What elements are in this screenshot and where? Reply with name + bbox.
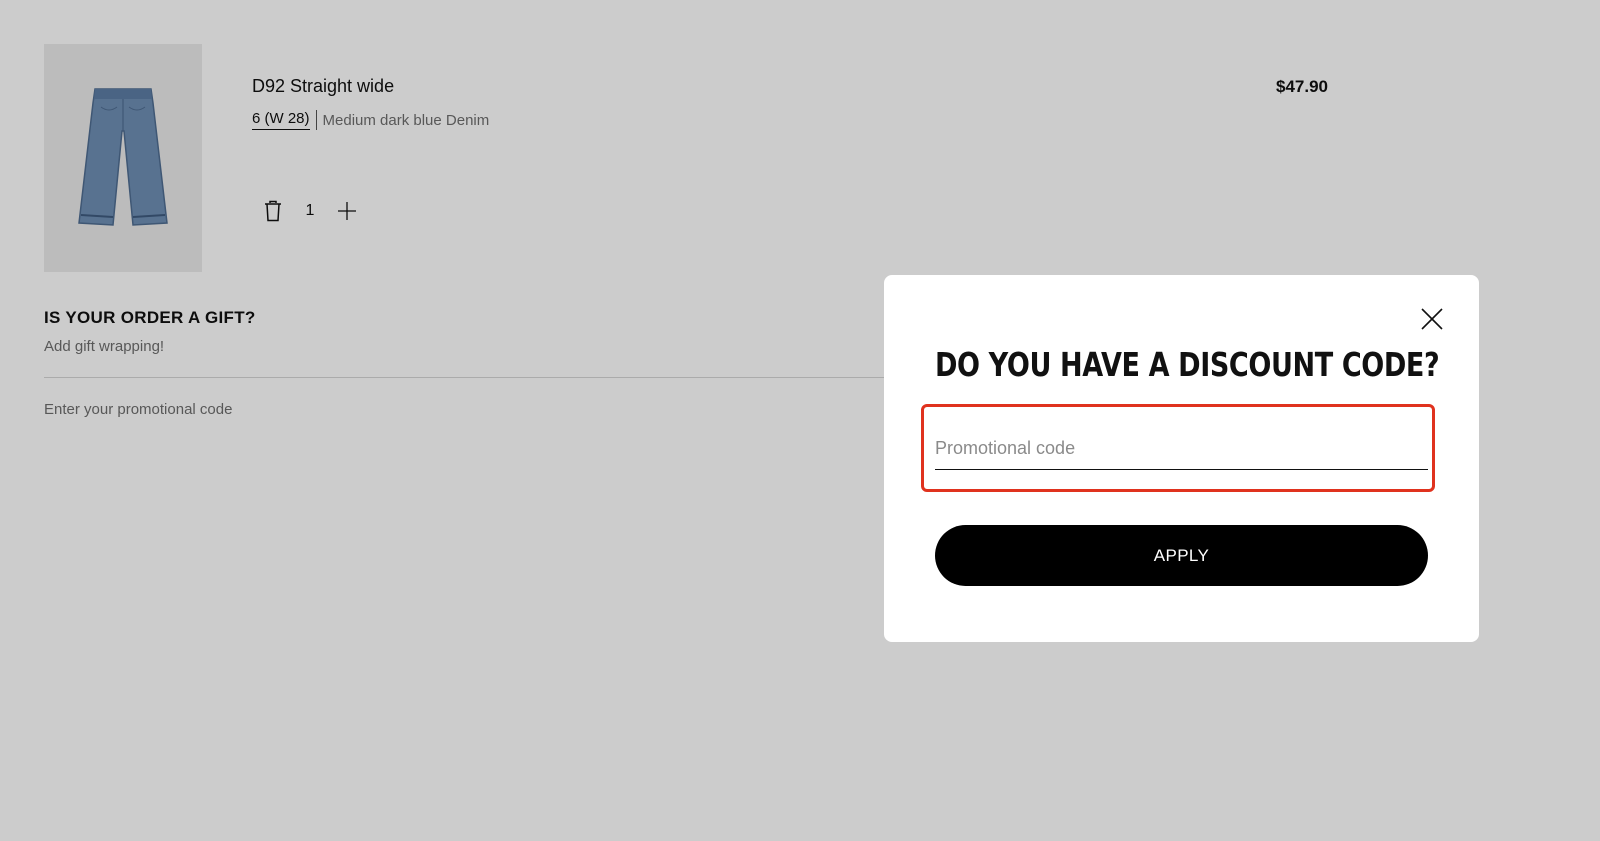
close-button[interactable] xyxy=(1421,308,1443,330)
apply-button[interactable]: APPLY xyxy=(935,525,1428,586)
promo-code-input[interactable] xyxy=(935,427,1428,470)
modal-title: DO YOU HAVE A DISCOUNT CODE? xyxy=(935,345,1440,384)
discount-code-modal: DO YOU HAVE A DISCOUNT CODE? APPLY xyxy=(884,275,1479,642)
close-icon xyxy=(1421,308,1443,330)
